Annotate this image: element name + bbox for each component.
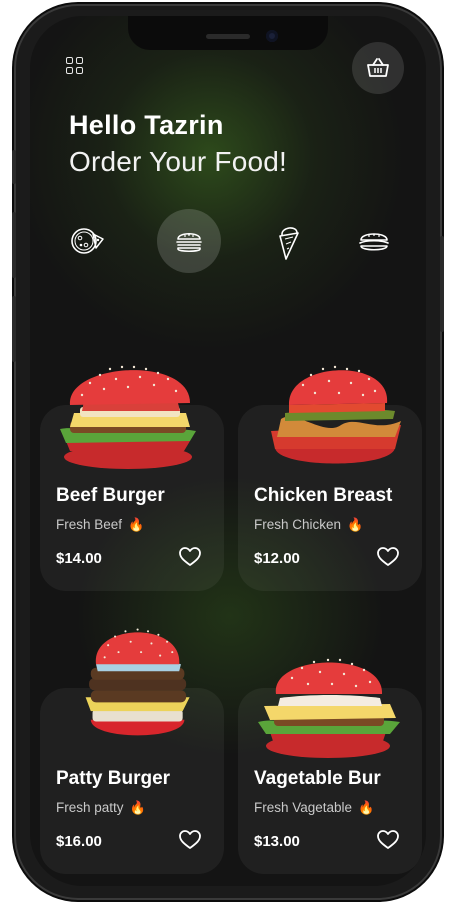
basket-icon [367,58,389,77]
fire-icon: 🔥 [347,517,364,532]
fire-icon: 🔥 [358,800,375,815]
product-price: $14.00 [56,550,102,567]
volume-up-button [12,212,16,278]
category-pizza[interactable] [55,209,119,273]
product-name: Chicken Breast [254,485,393,506]
speaker [206,34,250,39]
volume-down-button [12,296,16,362]
fire-icon: 🔥 [129,800,146,815]
front-camera [266,30,278,42]
greeting-text: Hello Tazrin [69,110,224,140]
vegetable-burger-image [258,658,400,758]
page-title: Order Your Food! [69,146,287,177]
heart-icon[interactable] [178,545,202,569]
chicken-burger-image [271,365,401,464]
product-name: Beef Burger [56,485,165,506]
product-price: $12.00 [254,550,300,567]
heart-icon[interactable] [376,828,400,852]
product-price: $13.00 [254,833,300,850]
power-button [440,236,444,332]
product-description: Fresh Vagetable 🔥 [254,800,375,815]
product-description: Fresh patty 🔥 [56,800,146,815]
burger-icon [176,232,202,253]
hotdog-icon [359,233,389,251]
product-description: Fresh Chicken 🔥 [254,517,364,532]
category-burger[interactable] [157,209,221,273]
pizza-icon [71,228,104,254]
heart-icon[interactable] [178,828,202,852]
category-ice-cream[interactable] [257,209,321,273]
heart-icon[interactable] [376,545,400,569]
product-description: Fresh Beef 🔥 [56,517,145,532]
grid-menu-icon[interactable] [66,57,86,77]
fire-icon: 🔥 [128,517,145,532]
side-button [12,150,16,184]
product-price: $16.00 [56,833,102,850]
app-screen: Hello Tazrin Order Your Food! Beef Burge… [30,16,426,886]
product-name: Patty Burger [56,768,171,789]
notch [128,16,328,50]
product-name: Vagetable Bur [254,768,381,789]
cart-button[interactable] [352,42,404,94]
beef-burger-image [60,365,196,469]
patty-burger-image [85,628,190,736]
category-hotdog[interactable] [342,209,406,273]
ice-cream-icon [279,227,299,260]
